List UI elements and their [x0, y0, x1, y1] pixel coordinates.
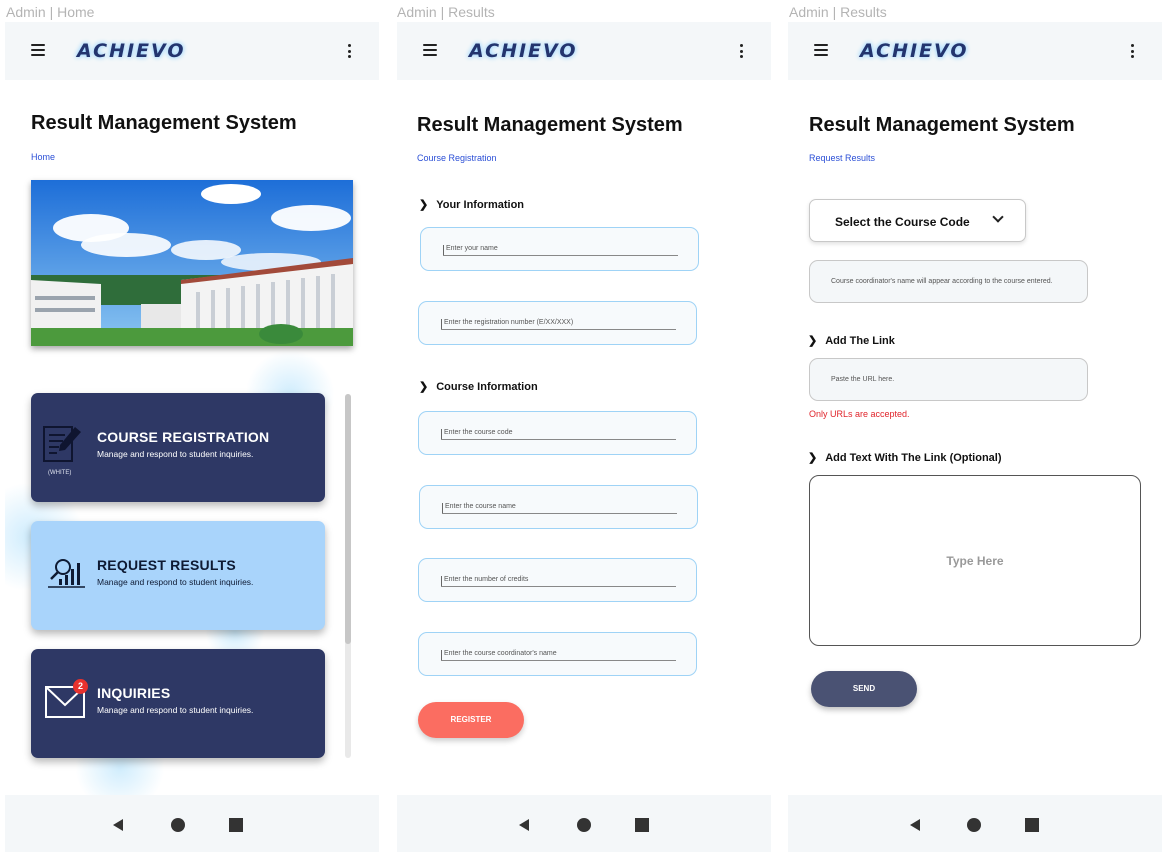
screen-label: Admin | Home: [6, 4, 95, 20]
more-options-icon[interactable]: [347, 44, 351, 58]
card-subtitle: Manage and respond to student inquiries.: [97, 705, 254, 715]
url-error-message: Only URLs are accepted.: [809, 409, 910, 419]
coordinator-info-box: Course coordinator's name will appear ac…: [809, 260, 1088, 303]
icon-note: (WHITE): [48, 470, 72, 476]
menu-icon[interactable]: [423, 44, 437, 56]
menu-icon[interactable]: [31, 44, 45, 56]
card-title: COURSE REGISTRATION: [97, 429, 270, 445]
notification-badge: 2: [73, 679, 88, 694]
field-placeholder: Enter the course coordinator's name: [444, 650, 557, 657]
app-bar: ACHIEVO: [397, 22, 771, 80]
chevron-right-icon: ❯: [419, 381, 429, 393]
name-field[interactable]: Enter your name: [420, 227, 699, 271]
app-logo: ACHIEVO: [77, 40, 186, 62]
breadcrumb[interactable]: Request Results: [809, 153, 875, 163]
add-text-section[interactable]: ❯ Add Text With The Link (Optional): [808, 451, 1002, 464]
back-icon[interactable]: [910, 819, 920, 831]
chevron-right-icon: ❯: [808, 452, 818, 464]
home-icon[interactable]: [577, 818, 591, 832]
registration-number-field[interactable]: Enter the registration number (E/XX/XXX): [418, 301, 697, 345]
inquiries-card[interactable]: 2 INQUIRIES Manage and respond to studen…: [31, 649, 325, 758]
chevron-right-icon: ❯: [808, 335, 818, 347]
coordinator-field[interactable]: Enter the course coordinator's name: [418, 632, 697, 676]
send-button[interactable]: SEND: [811, 671, 917, 707]
url-placeholder: Paste the URL here.: [831, 376, 895, 383]
section-label: Course Information: [436, 381, 538, 393]
page-title: Result Management System: [417, 114, 683, 136]
scrollbar-thumb[interactable]: [345, 394, 351, 644]
coordinator-info-text: Course coordinator's name will appear ac…: [831, 278, 1053, 285]
recent-apps-icon[interactable]: [229, 818, 243, 832]
back-icon[interactable]: [519, 819, 529, 831]
campus-image: [31, 180, 353, 346]
more-options-icon[interactable]: [1130, 44, 1134, 58]
card-subtitle: Manage and respond to student inquiries.: [97, 577, 254, 587]
system-nav-bar: [788, 795, 1162, 852]
your-information-section[interactable]: ❯ Your Information: [419, 198, 524, 211]
select-value: Select the Course Code: [835, 215, 970, 229]
menu-icon[interactable]: [814, 44, 828, 56]
section-label: Your Information: [436, 199, 525, 211]
course-registration-card[interactable]: (WHITE) COURSE REGISTRATION Manage and r…: [31, 393, 325, 502]
card-subtitle: Manage and respond to student inquiries.: [97, 449, 254, 459]
page-title: Result Management System: [809, 114, 1075, 136]
system-nav-bar: [397, 795, 771, 852]
breadcrumb[interactable]: Course Registration: [417, 153, 497, 163]
home-screen: ACHIEVO Result Management System Home (W…: [5, 22, 379, 852]
breadcrumb[interactable]: Home: [31, 152, 55, 162]
more-options-icon[interactable]: [739, 44, 743, 58]
home-icon[interactable]: [171, 818, 185, 832]
course-registration-screen: ACHIEVO Result Management System Course …: [397, 22, 771, 852]
card-title: INQUIRIES: [97, 685, 171, 701]
page-title: Result Management System: [31, 112, 297, 134]
card-title: REQUEST RESULTS: [97, 557, 236, 573]
link-text-area[interactable]: Type Here: [809, 475, 1141, 646]
course-code-field[interactable]: Enter the course code: [418, 411, 697, 455]
app-bar: ACHIEVO: [5, 22, 379, 80]
recent-apps-icon[interactable]: [635, 818, 649, 832]
screen-label: Admin | Results: [397, 4, 495, 20]
request-results-card[interactable]: REQUEST RESULTS Manage and respond to st…: [31, 521, 325, 630]
textarea-placeholder: Type Here: [946, 554, 1004, 568]
app-logo: ACHIEVO: [860, 40, 969, 62]
home-icon[interactable]: [967, 818, 981, 832]
course-code-select[interactable]: Select the Course Code: [809, 199, 1026, 242]
chart-search-icon: [47, 555, 87, 596]
field-placeholder: Enter the course name: [445, 503, 516, 510]
screen-label: Admin | Results: [789, 4, 887, 20]
field-placeholder: Enter your name: [446, 245, 498, 252]
app-logo: ACHIEVO: [469, 40, 578, 62]
back-icon[interactable]: [113, 819, 123, 831]
course-name-field[interactable]: Enter the course name: [419, 485, 698, 529]
chevron-down-icon: [992, 211, 1004, 223]
chevron-right-icon: ❯: [419, 199, 429, 211]
url-input[interactable]: Paste the URL here.: [809, 358, 1088, 401]
scrollbar[interactable]: [345, 394, 351, 758]
add-link-section[interactable]: ❯ Add The Link: [808, 334, 895, 347]
field-placeholder: Enter the registration number (E/XX/XXX): [444, 319, 574, 326]
section-label: Add The Link: [825, 335, 895, 347]
app-bar: ACHIEVO: [788, 22, 1162, 80]
credits-field[interactable]: Enter the number of credits: [418, 558, 697, 602]
recent-apps-icon[interactable]: [1025, 818, 1039, 832]
document-edit-icon: [43, 423, 83, 470]
course-information-section[interactable]: ❯ Course Information: [419, 380, 538, 393]
request-results-screen: ACHIEVO Result Management System Request…: [788, 22, 1162, 852]
register-button[interactable]: REGISTER: [418, 702, 524, 738]
section-label: Add Text With The Link (Optional): [825, 452, 1002, 464]
field-placeholder: Enter the number of credits: [444, 576, 529, 583]
field-placeholder: Enter the course code: [444, 429, 513, 436]
system-nav-bar: [5, 795, 379, 852]
